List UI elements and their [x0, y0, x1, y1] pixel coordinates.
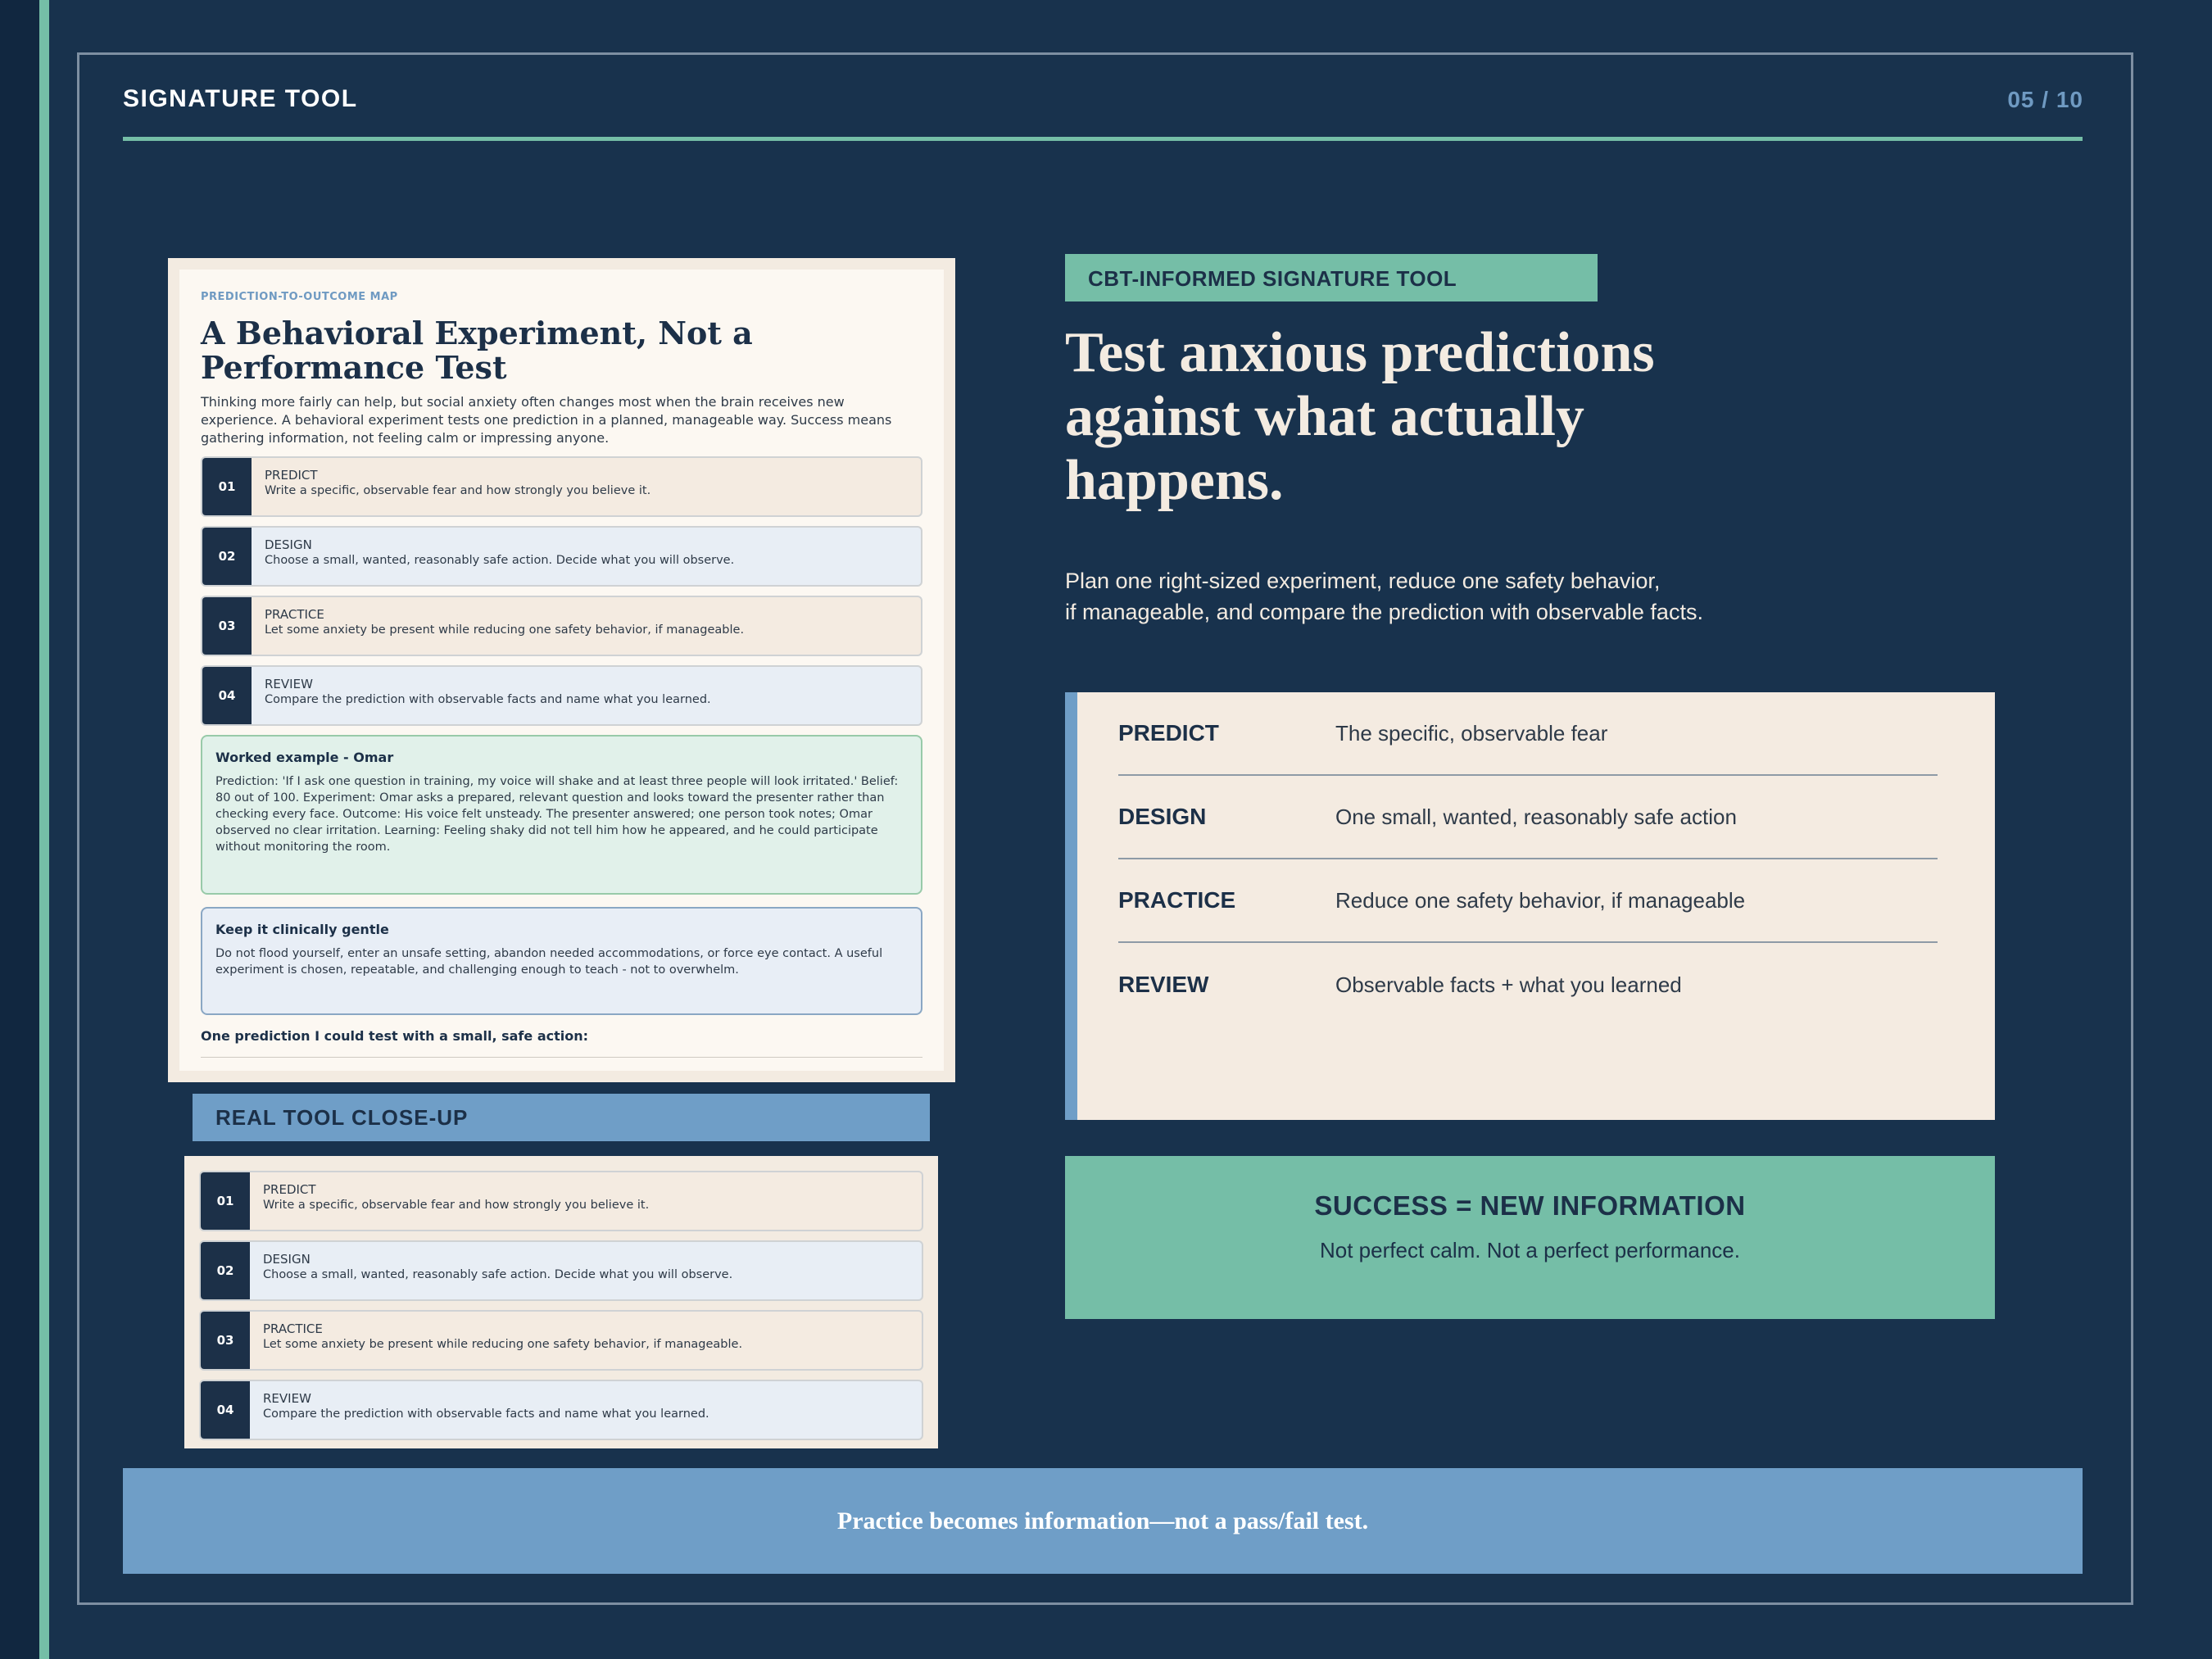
left-accent-stripe	[39, 0, 49, 1659]
steps-summary-panel: PREDICT The specific, observable fear DE…	[1065, 692, 1995, 1120]
step-number: 04	[201, 1381, 250, 1439]
success-banner: SUCCESS = NEW INFORMATION Not perfect ca…	[1065, 1156, 1995, 1319]
success-subtitle: Not perfect calm. Not a perfect performa…	[1320, 1238, 1740, 1262]
step-label: PREDICT	[265, 468, 318, 483]
subheadline: Plan one right-sized experiment, reduce …	[1065, 565, 1703, 628]
step-text: Compare the prediction with observable f…	[263, 1407, 709, 1421]
worked-example-callout: Worked example - Omar Prediction: 'If I …	[201, 735, 922, 895]
closeup-label: REAL TOOL CLOSE-UP	[193, 1094, 930, 1141]
tool-document-preview: PREDICTION-TO-OUTCOME MAP A Behavioral E…	[168, 258, 955, 1082]
summary-value: Observable facts + what you learned	[1335, 972, 1682, 997]
headline: Test anxious predictions against what ac…	[1065, 321, 1655, 512]
step-label: DESIGN	[263, 1252, 310, 1267]
summary-row-review: REVIEW Observable facts + what you learn…	[1118, 943, 1938, 1027]
step-label: PREDICT	[263, 1182, 316, 1197]
footer-text: Practice becomes information—not a pass/…	[836, 1507, 1369, 1534]
summary-row-practice: PRACTICE Reduce one safety behavior, if …	[1118, 859, 1938, 943]
step-label: PRACTICE	[265, 607, 324, 622]
document-intro: Thinking more fairly can help, but socia…	[201, 394, 892, 446]
document-step-practice: 03 PRACTICE Let some anxiety be present w…	[201, 596, 922, 656]
summary-value: One small, wanted, reasonably safe actio…	[1335, 804, 1737, 829]
closeup-step-design: 02 DESIGN Choose a small, wanted, reasona…	[199, 1240, 923, 1301]
summary-row-design: DESIGN One small, wanted, reasonably saf…	[1118, 776, 1938, 859]
step-text: Write a specific, observable fear and ho…	[265, 484, 651, 497]
step-label: DESIGN	[265, 537, 312, 552]
step-text: Choose a small, wanted, reasonably safe …	[263, 1268, 733, 1281]
success-title: SUCCESS = NEW INFORMATION	[1314, 1190, 1746, 1221]
closeup-step-predict: 01 PREDICT Write a specific, observable f…	[199, 1171, 923, 1231]
step-number: 01	[201, 1172, 250, 1230]
summary-key: DESIGN	[1118, 804, 1207, 829]
closeup-step-review: 04 REVIEW Compare the prediction with obs…	[199, 1380, 923, 1440]
step-number: 01	[202, 458, 252, 515]
header-divider	[123, 137, 2083, 141]
document-step-predict: 01 PREDICT Write a specific, observable f…	[201, 456, 922, 517]
summary-key: PRACTICE	[1118, 887, 1236, 913]
tool-closeup: 01 PREDICT Write a specific, observable f…	[184, 1156, 938, 1448]
step-number: 02	[201, 1242, 250, 1299]
page-counter: 05 / 10	[2007, 87, 2083, 112]
summary-key: REVIEW	[1118, 972, 1209, 997]
subheadline-line-1: Plan one right-sized experiment, reduce …	[1065, 569, 1661, 593]
footer-banner: Practice becomes information—not a pass/…	[123, 1468, 2083, 1574]
step-number: 03	[201, 1312, 250, 1369]
closeup-step-practice: 03 PRACTICE Let some anxiety be present w…	[199, 1310, 923, 1371]
gentle-note-callout: Keep it clinically gentle Do not flood y…	[201, 907, 922, 1015]
document-title: A Behavioral Experiment, Not a Performan…	[201, 315, 753, 386]
summary-value: The specific, observable fear	[1335, 720, 1608, 746]
summary-row-predict: PREDICT The specific, observable fear	[1118, 692, 1938, 776]
summary-key: PREDICT	[1118, 720, 1219, 746]
step-number: 03	[202, 597, 252, 655]
step-text: Write a specific, observable fear and ho…	[263, 1199, 650, 1212]
gentle-note-title: Keep it clinically gentle	[215, 922, 389, 937]
step-text: Compare the prediction with observable f…	[265, 693, 711, 706]
step-label: REVIEW	[263, 1391, 311, 1406]
left-edge-band	[0, 0, 39, 1659]
document-writing-prompt: One prediction I could test with a small…	[201, 1028, 922, 1058]
gentle-note-text: Do not flood yourself, enter an unsafe s…	[215, 947, 883, 977]
step-number: 04	[202, 667, 252, 724]
step-text: Choose a small, wanted, reasonably safe …	[265, 554, 735, 567]
slide-section-title: SIGNATURE TOOL	[123, 85, 358, 112]
document-kicker: PREDICTION-TO-OUTCOME MAP	[201, 291, 398, 303]
summary-value: Reduce one safety behavior, if manageabl…	[1335, 887, 1746, 913]
step-number: 02	[202, 528, 252, 585]
step-label: PRACTICE	[263, 1321, 323, 1336]
document-page: PREDICTION-TO-OUTCOME MAP A Behavioral E…	[179, 270, 944, 1071]
step-text: Let some anxiety be present while reduci…	[263, 1338, 743, 1351]
subheadline-line-2: if manageable, and compare the predictio…	[1065, 600, 1703, 624]
tool-tag: CBT-INFORMED SIGNATURE TOOL	[1065, 254, 1598, 301]
step-text: Let some anxiety be present while reduci…	[265, 623, 745, 637]
worked-example-text: Prediction: 'If I ask one question in tr…	[215, 775, 899, 854]
document-step-design: 02 DESIGN Choose a small, wanted, reasona…	[201, 526, 922, 587]
step-label: REVIEW	[265, 677, 313, 691]
document-step-review: 04 REVIEW Compare the prediction with obs…	[201, 665, 922, 726]
worked-example-title: Worked example - Omar	[215, 750, 394, 765]
